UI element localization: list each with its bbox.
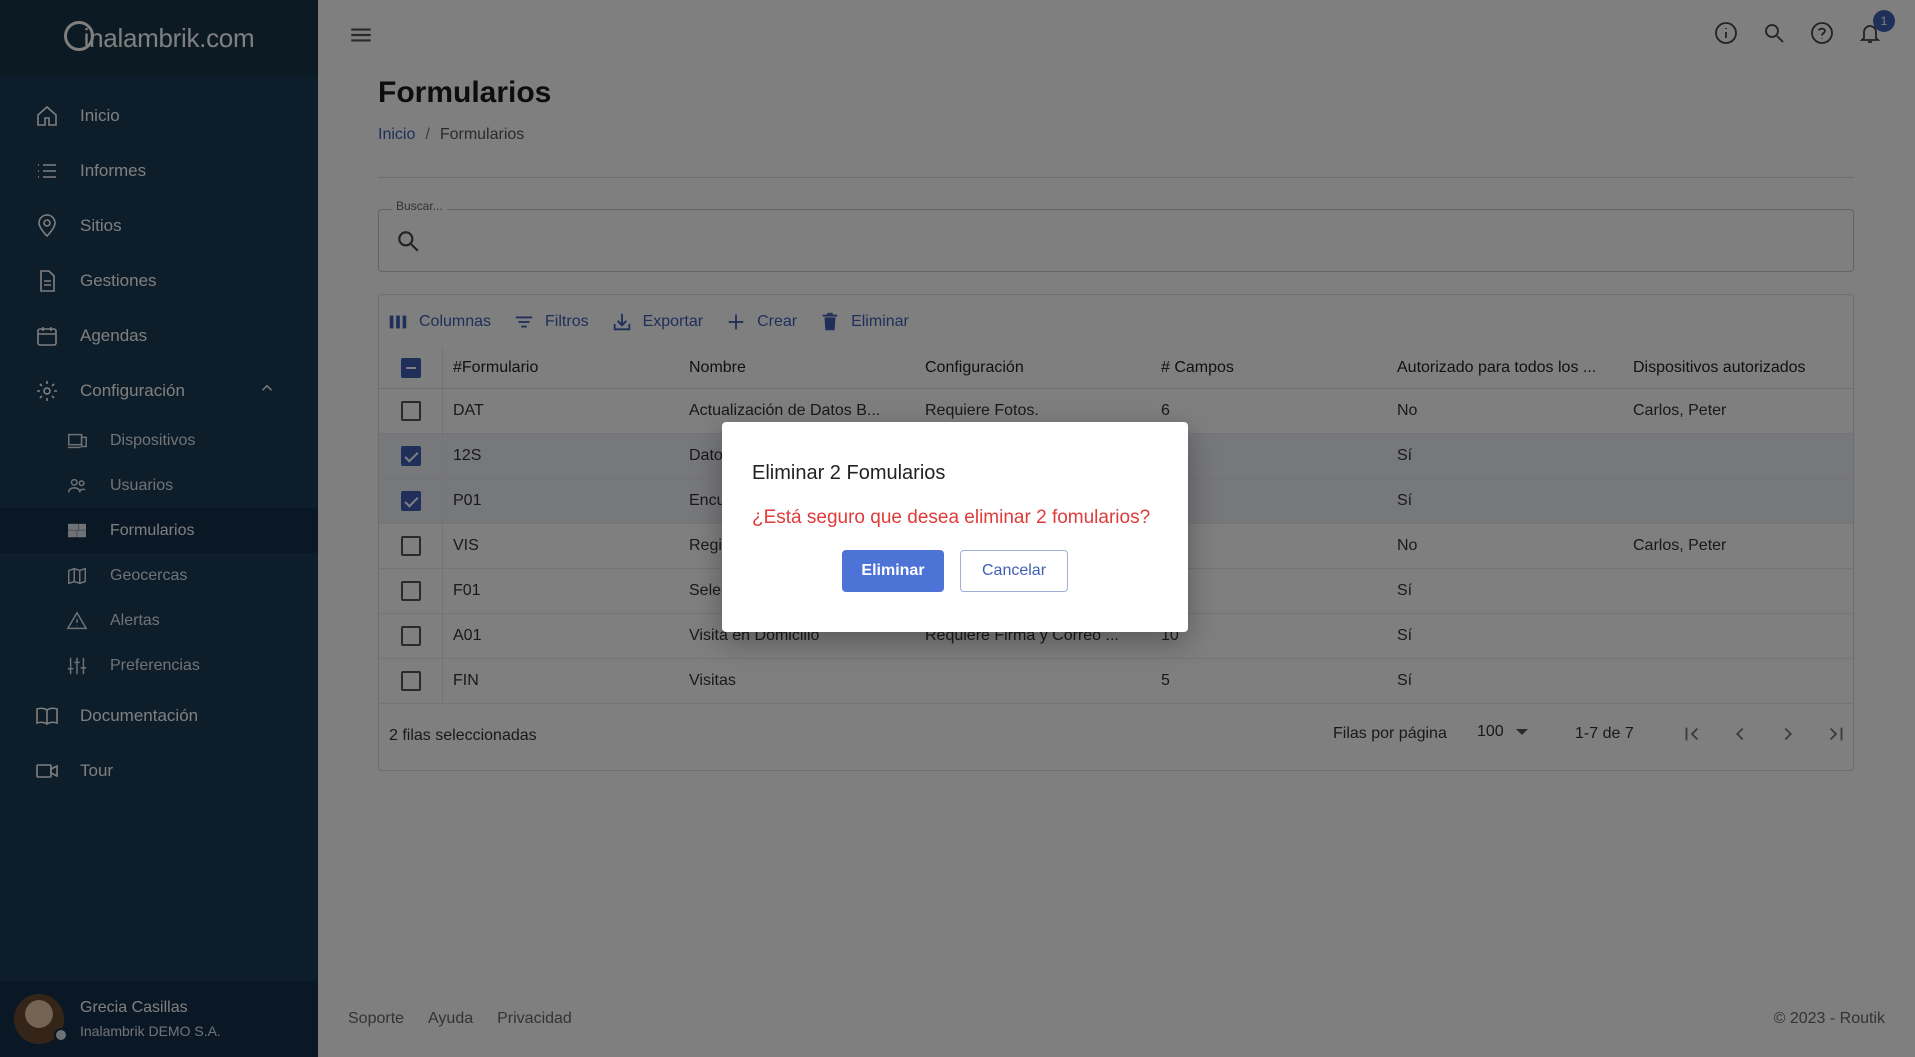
confirm-delete-button[interactable]: Eliminar — [842, 550, 944, 592]
dialog-message: ¿Está seguro que desea eliminar 2 fomula… — [752, 507, 1151, 528]
cancel-button[interactable]: Cancelar — [960, 550, 1068, 592]
delete-confirm-dialog: Eliminar 2 Fomularios ¿Está seguro que d… — [722, 422, 1188, 632]
dialog-title: Eliminar 2 Fomularios — [752, 462, 946, 484]
dialog-actions: Eliminar Cancelar — [722, 550, 1188, 592]
